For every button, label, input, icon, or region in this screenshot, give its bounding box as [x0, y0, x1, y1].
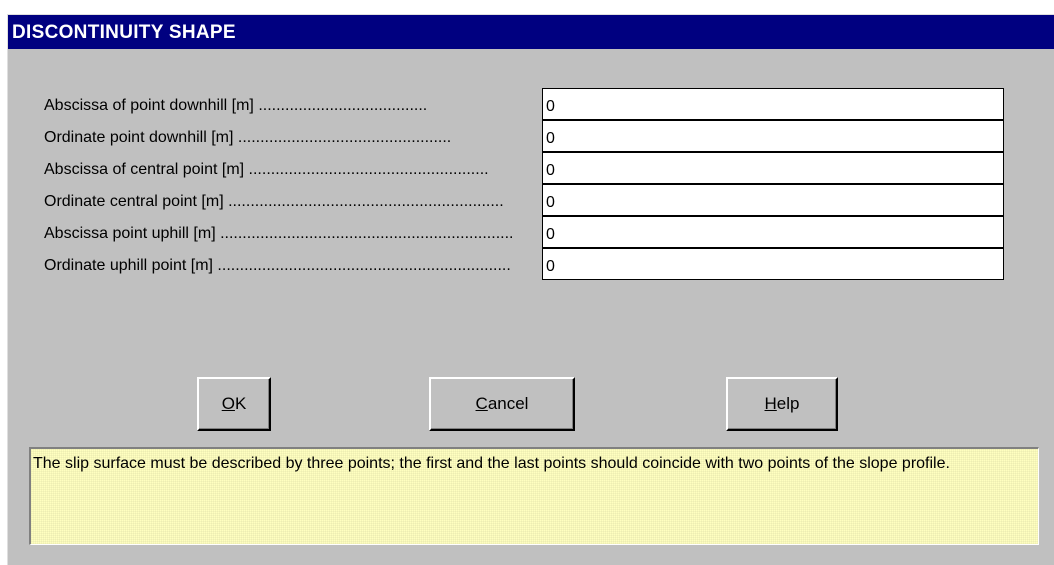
help-mnemonic: H — [764, 394, 777, 413]
help-message: The slip surface must be described by th… — [29, 447, 1039, 545]
ordinate-uphill-label: Ordinate uphill point [m] ..............… — [44, 257, 511, 274]
help-button[interactable]: Help — [726, 377, 838, 431]
ok-mnemonic: O — [221, 394, 235, 413]
ordinate-central-label: Ordinate central point [m] .............… — [44, 193, 504, 210]
help-label-rest: elp — [776, 394, 800, 413]
dialog-window: DISCONTINUITY SHAPE Abscissa of point do… — [7, 14, 1054, 565]
dialog-title: DISCONTINUITY SHAPE — [8, 15, 1054, 49]
ordinate-uphill-input[interactable] — [542, 248, 1004, 280]
cancel-button[interactable]: Cancel — [429, 377, 575, 431]
ok-label-rest: K — [234, 394, 247, 413]
ordinate-central-input[interactable] — [542, 184, 1004, 216]
ordinate-downhill-label: Ordinate point downhill [m] ............… — [44, 129, 452, 146]
abscissa-downhill-label: Abscissa of point downhill [m] .........… — [44, 97, 428, 114]
abscissa-downhill-input[interactable] — [542, 88, 1004, 120]
ok-button[interactable]: OK — [197, 377, 271, 431]
abscissa-central-input[interactable] — [542, 152, 1004, 184]
abscissa-central-label: Abscissa of central point [m] ..........… — [44, 161, 489, 178]
abscissa-uphill-label: Abscissa point uphill [m] ..............… — [44, 225, 514, 242]
cancel-mnemonic: C — [475, 394, 488, 413]
cancel-label-rest: ancel — [487, 394, 529, 413]
ordinate-downhill-input[interactable] — [542, 120, 1004, 152]
abscissa-uphill-input[interactable] — [542, 216, 1004, 248]
